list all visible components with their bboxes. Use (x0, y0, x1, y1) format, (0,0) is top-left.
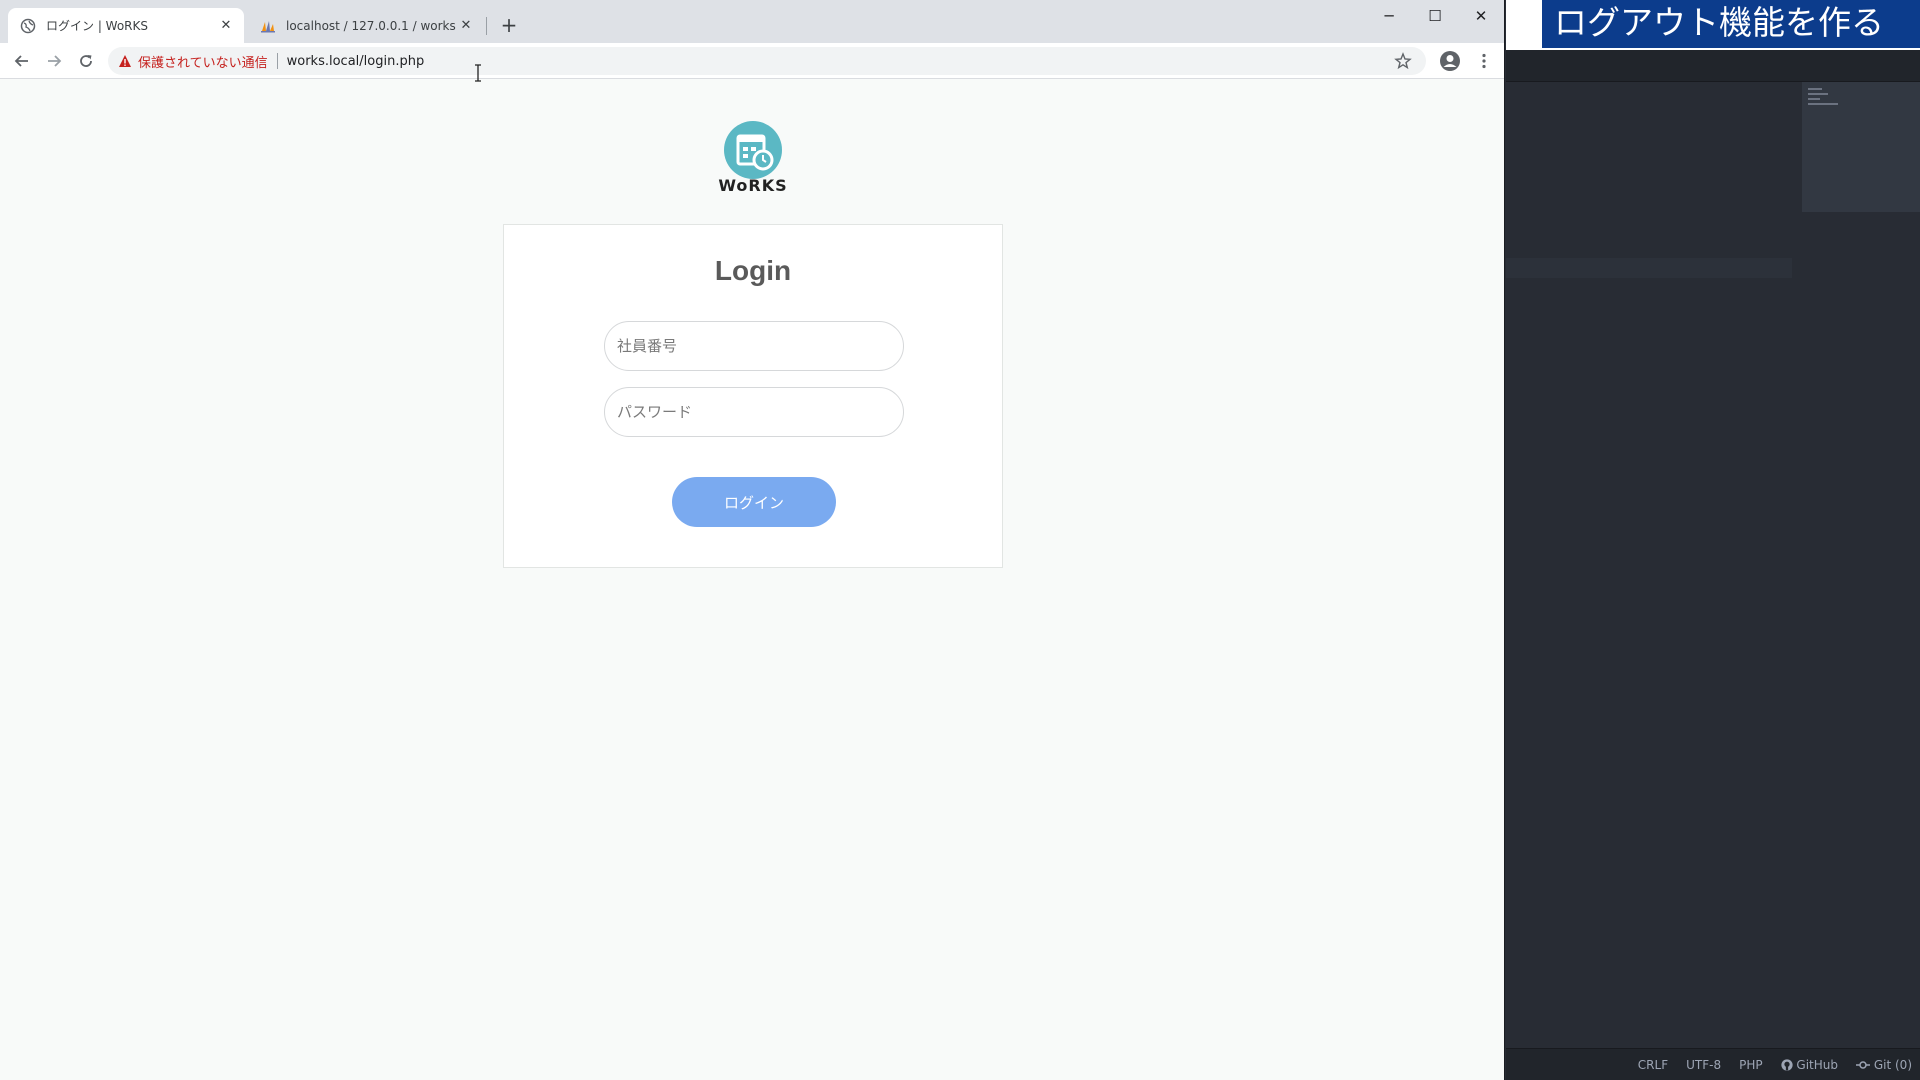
current-line-highlight (1506, 258, 1792, 278)
github-label: GitHub (1796, 1057, 1839, 1072)
browser-window: ログイン | WoRKS ✕ localhost / 127.0.0.1 / w… (0, 0, 1505, 1080)
grammar-indicator[interactable]: PHP (1739, 1058, 1763, 1072)
editor-tab-bar (1506, 50, 1920, 82)
reload-icon (80, 55, 92, 67)
maximize-button[interactable]: ☐ (1412, 2, 1458, 30)
arrow-right-icon (48, 55, 62, 67)
minimap-line (1808, 98, 1820, 100)
tab-separator (486, 17, 487, 35)
new-tab-button[interactable]: + (498, 12, 520, 38)
page-title: Login (714, 255, 792, 286)
minimap-line (1808, 93, 1828, 95)
tab-login[interactable]: ログイン | WoRKS ✕ (8, 8, 244, 43)
tab-phpmyadmin[interactable]: localhost / 127.0.0.1 / works / use ✕ (254, 8, 484, 43)
github-status[interactable]: GitHub (1780, 1057, 1839, 1072)
kebab-menu-icon (1482, 53, 1486, 69)
minimize-button[interactable]: ─ (1366, 2, 1412, 30)
line-ending-indicator[interactable]: CRLF (1638, 1058, 1668, 1072)
tab-strip: ログイン | WoRKS ✕ localhost / 127.0.0.1 / w… (0, 0, 1504, 43)
globe-icon (20, 18, 36, 33)
arrow-left-icon (14, 55, 28, 67)
account-circle-icon (1440, 51, 1460, 71)
password-input[interactable] (604, 387, 904, 437)
login-card: Login ログイン (503, 224, 1003, 568)
github-icon (1780, 1058, 1793, 1071)
minimap-line (1808, 103, 1838, 105)
address-separator (276, 53, 278, 69)
bookmark-star-icon[interactable] (1394, 52, 1412, 70)
minimap[interactable] (1802, 82, 1920, 212)
phpmyadmin-sail-icon (261, 20, 275, 32)
video-caption: ログアウト機能を作る (1542, 0, 1920, 48)
logo-wordmark: WoRKS (718, 176, 788, 195)
tab-title: localhost / 127.0.0.1 / works / use (286, 18, 458, 33)
encoding-indicator[interactable]: UTF-8 (1686, 1058, 1721, 1072)
minimap-line (1808, 88, 1822, 90)
git-status[interactable]: Git (0) (1856, 1058, 1912, 1072)
code-editor: ログアウト機能を作る CRLF UTF-8 PHP GitHub Git (0) (1506, 0, 1920, 1080)
close-window-button[interactable]: ✕ (1458, 2, 1504, 30)
warning-triangle-icon (119, 55, 131, 67)
back-button[interactable] (8, 47, 36, 75)
reload-button[interactable] (72, 47, 100, 75)
profile-button[interactable] (1436, 47, 1464, 75)
git-commit-icon (1856, 1060, 1871, 1069)
text-cursor-icon (475, 64, 481, 82)
address-url[interactable]: works.local/login.php (287, 54, 425, 69)
tab-close-icon[interactable]: ✕ (218, 18, 234, 33)
git-label: Git (0) (1873, 1057, 1912, 1072)
status-bar: CRLF UTF-8 PHP GitHub Git (0) (1506, 1048, 1920, 1080)
browser-toolbar: 保護されていない通信 works.local/login.php (0, 43, 1504, 79)
login-button[interactable]: ログイン (672, 477, 836, 527)
forward-button[interactable] (40, 47, 68, 75)
tab-title: ログイン | WoRKS (46, 19, 149, 33)
page-content: WoRKS Login ログイン (0, 64, 1505, 1080)
tab-close-icon[interactable]: ✕ (458, 18, 474, 33)
employee-number-input[interactable] (604, 321, 904, 371)
address-bar[interactable]: 保護されていない通信 works.local/login.php (108, 47, 1426, 75)
menu-button[interactable] (1470, 47, 1498, 75)
security-warning-text[interactable]: 保護されていない通信 (138, 52, 268, 71)
